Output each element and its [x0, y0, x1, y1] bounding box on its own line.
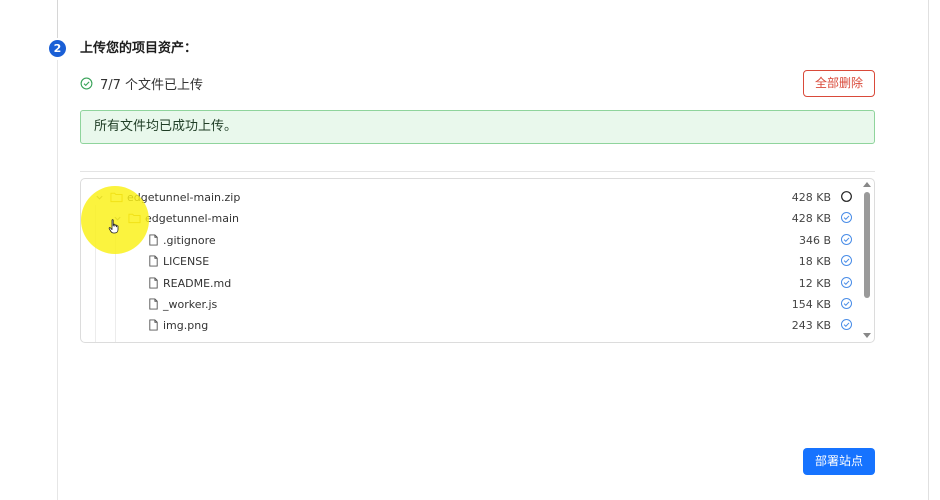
file-icon	[149, 277, 158, 289]
chevron-down-icon[interactable]	[95, 193, 104, 202]
file-row[interactable]: .gitignore 346 B	[81, 230, 859, 251]
check-circle-icon	[840, 319, 853, 331]
file-icon	[149, 298, 158, 310]
scroll-down-arrow-icon[interactable]	[863, 333, 871, 338]
check-circle-icon	[840, 255, 853, 267]
file-size: 154 KB	[791, 297, 831, 311]
file-name: edgetunnel-main.zip	[127, 191, 241, 204]
step-number-badge: 2	[49, 40, 66, 57]
upload-page: 2 上传您的项目资产： 7/7 个文件已上传 全部删除 所有文件均已成功上传。 …	[0, 0, 940, 500]
file-icon	[149, 234, 158, 246]
upload-status-text: 7/7 个文件已上传	[100, 77, 204, 93]
file-row[interactable]: _worker.js 154 KB	[81, 294, 859, 315]
file-size: 428 KB	[791, 212, 831, 226]
upload-status: 7/7 个文件已上传	[80, 74, 204, 93]
deploy-site-button[interactable]: 部署站点	[803, 448, 875, 475]
folder-icon	[110, 192, 123, 203]
file-row[interactable]: README.md 12 KB	[81, 273, 859, 294]
file-name: LICENSE	[163, 255, 210, 269]
file-name: edgetunnel-main	[145, 212, 240, 226]
step-title: 上传您的项目资产：	[80, 41, 198, 56]
scrollbar-thumb[interactable]	[864, 192, 870, 298]
file-name: img.png	[163, 319, 209, 333]
pending-circle-icon	[841, 191, 852, 202]
step-connector-line	[57, 60, 58, 500]
check-circle-icon	[840, 233, 853, 245]
file-name: _worker.js	[163, 297, 218, 311]
file-tree-panel[interactable]: edgetunnel-main.zip 428 KB edgetunnel-main…	[80, 178, 875, 343]
check-circle-icon	[80, 77, 93, 89]
file-icon	[149, 255, 158, 267]
file-name: README.md	[163, 276, 232, 290]
divider	[80, 171, 875, 172]
file-icon	[149, 319, 158, 331]
file-name: .gitignore	[163, 233, 216, 247]
folder-row[interactable]: edgetunnel-main.zip 428 KB	[81, 187, 859, 208]
file-size: 12 KB	[798, 276, 831, 290]
file-row[interactable]: img.png 243 KB	[81, 315, 859, 336]
success-banner: 所有文件均已成功上传。	[80, 110, 875, 144]
step-connector-line	[57, 0, 58, 38]
scrollbar[interactable]	[862, 180, 872, 341]
delete-all-button[interactable]: 全部删除	[803, 70, 875, 97]
check-circle-icon	[840, 276, 853, 288]
file-size: 243 KB	[791, 319, 831, 333]
file-size: 428 KB	[791, 191, 831, 204]
chevron-down-icon[interactable]	[113, 214, 122, 223]
folder-icon	[128, 214, 141, 224]
folder-row[interactable]: edgetunnel-main 428 KB	[81, 208, 859, 229]
check-circle-icon	[840, 212, 853, 224]
file-row[interactable]: LICENSE 18 KB	[81, 251, 859, 272]
check-circle-icon	[840, 297, 853, 309]
file-size: 18 KB	[798, 255, 831, 269]
file-tree: edgetunnel-main.zip 428 KB edgetunnel-main…	[81, 187, 859, 337]
file-size: 346 B	[798, 233, 831, 247]
page-edge-divider	[928, 0, 929, 500]
scroll-up-arrow-icon[interactable]	[863, 182, 871, 187]
